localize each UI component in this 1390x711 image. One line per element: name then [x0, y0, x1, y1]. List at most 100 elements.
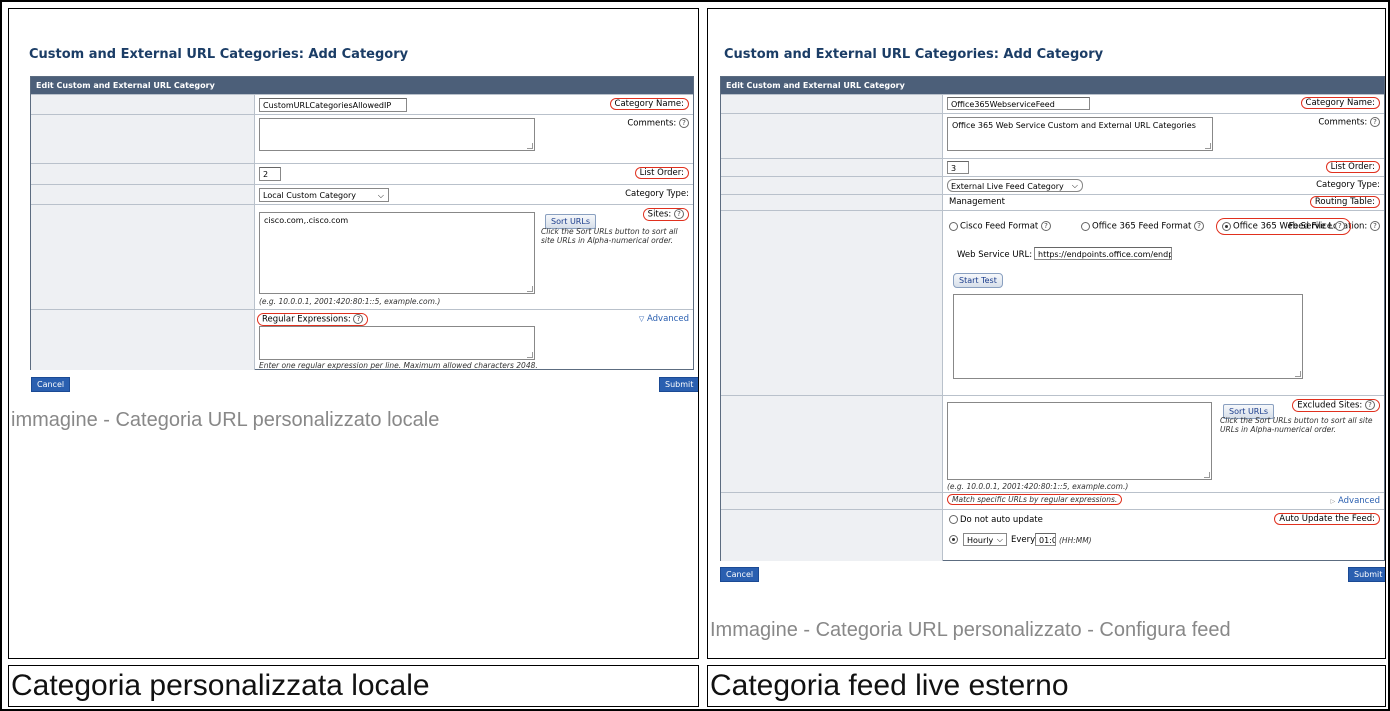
regex-label: Regular Expressions:	[262, 314, 351, 325]
no-auto-update-option[interactable]: Do not auto update	[949, 515, 1043, 525]
feed-location-row: Feed File Location: ? Cisco Feed Format …	[721, 210, 1384, 395]
comments-label: Comments:	[627, 118, 677, 129]
radio-selected-icon	[949, 535, 958, 544]
chevron-down-icon: ⌵	[1071, 181, 1078, 190]
cell-caption: Categoria personalizzata locale	[11, 669, 430, 702]
image-caption: Immagine - Categoria URL personalizzato …	[710, 619, 1231, 641]
comments-textarea[interactable]: Office 365 Web Service Custom and Extern…	[947, 117, 1213, 151]
list-order-label: List Order:	[634, 167, 689, 179]
help-icon[interactable]: ?	[1370, 117, 1380, 127]
feed-option-cisco[interactable]: Cisco Feed Format ?	[949, 221, 1051, 232]
list-order-input[interactable]: 2	[259, 167, 281, 181]
category-type-select[interactable]: Local Custom Category ⌵	[259, 188, 389, 202]
routing-table-label: Routing Table:	[1309, 196, 1380, 208]
list-order-row: List Order: 2	[31, 163, 693, 184]
category-name-row: Category Name: Office365WebserviceFeed	[721, 94, 1384, 113]
panel-header: Edit Custom and External URL Category	[31, 77, 693, 94]
radio-selected-icon	[1222, 221, 1231, 231]
feed-option-office365-web-service[interactable]: Office 365 Web Service ?	[1216, 218, 1351, 235]
category-type-value: External Live Feed Category	[951, 182, 1064, 191]
category-name-row: Category Name: CustomURLCategoriesAllowe…	[31, 94, 693, 114]
category-type-row: Category Type: External Live Feed Catego…	[721, 176, 1384, 194]
radio-icon	[949, 515, 958, 524]
sites-example-hint: (e.g. 10.0.0.1, 2001:420:80:1::5, exampl…	[947, 482, 1129, 491]
list-order-input[interactable]: 3	[947, 161, 969, 174]
help-icon[interactable]: ?	[353, 314, 364, 324]
routing-table-row: Routing Table: Management	[721, 194, 1384, 210]
radio-icon	[949, 221, 958, 231]
external-feed-screenshot-cell: Custom and External URL Categories: Add …	[707, 8, 1386, 659]
comparison-table: Custom and External URL Categories: Add …	[0, 0, 1390, 711]
cell-caption: Categoria feed live esterno	[710, 669, 1069, 702]
every-label: Every	[1011, 535, 1036, 545]
feed-option-office365-feed[interactable]: Office 365 Feed Format ?	[1081, 221, 1205, 232]
page-title: Custom and External URL Categories: Add …	[724, 47, 1104, 62]
excluded-sites-row: Excluded Sites: ? Sort URLs Click the So…	[721, 395, 1384, 492]
help-icon[interactable]: ?	[1040, 221, 1051, 231]
every-input[interactable]: 01:0	[1035, 533, 1056, 546]
caret-down-icon: ▽	[638, 315, 645, 323]
help-icon[interactable]: ?	[679, 118, 689, 128]
comments-label: Comments:	[1318, 117, 1368, 128]
chevron-down-icon: ⌵	[377, 191, 384, 200]
frequency-select[interactable]: Hourly ⌵	[963, 533, 1007, 546]
category-name-input[interactable]: Office365WebserviceFeed	[947, 97, 1090, 110]
auto-update-label: Auto Update the Feed:	[1274, 513, 1380, 525]
help-icon[interactable]: ?	[1370, 221, 1380, 231]
comments-row: Comments: ?	[31, 114, 693, 163]
regex-textarea[interactable]	[259, 326, 535, 360]
edit-category-panel: Edit Custom and External URL Category Ca…	[30, 76, 694, 370]
submit-button[interactable]: Submit	[1348, 567, 1385, 582]
category-type-label: Category Type:	[625, 189, 689, 199]
regex-hint: Enter one regular expression per line. M…	[259, 361, 538, 370]
excluded-sites-label: Excluded Sites:	[1297, 400, 1363, 411]
auto-update-row: Auto Update the Feed: Do not auto update…	[721, 509, 1384, 561]
chevron-down-icon: ⌵	[996, 535, 1003, 544]
category-type-value: Local Custom Category	[263, 191, 357, 200]
caret-right-icon: ▷	[1330, 498, 1336, 505]
comments-row: Comments: ? Office 365 Web Service Custo…	[721, 113, 1384, 158]
help-icon[interactable]: ?	[1365, 400, 1375, 410]
web-service-url-label: Web Service URL:	[957, 250, 1033, 260]
local-category-caption-cell: Categoria personalizzata locale	[8, 665, 699, 707]
category-type-select[interactable]: External Live Feed Category ⌵	[947, 179, 1083, 192]
advanced-toggle[interactable]: ▽ Advanced	[639, 314, 689, 324]
category-name-input[interactable]: CustomURLCategoriesAllowedIP	[259, 98, 407, 112]
local-category-screenshot-cell: Custom and External URL Categories: Add …	[8, 8, 699, 659]
panel-header: Edit Custom and External URL Category	[721, 77, 1384, 94]
web-service-url-input[interactable]: https://endpoints.office.com/endpoi	[1034, 247, 1172, 260]
edit-category-panel: Edit Custom and External URL Category Ca…	[720, 76, 1385, 561]
sort-urls-hint: Click the Sort URLs button to sort all s…	[1220, 416, 1373, 434]
advanced-label: Advanced	[647, 314, 689, 324]
advanced-row: ▷ Advanced Match specific URLs by regula…	[721, 492, 1384, 509]
image-caption: immagine - Categoria URL personalizzato …	[11, 409, 440, 431]
test-output-area	[953, 294, 1303, 379]
excluded-sites-textarea[interactable]	[947, 402, 1212, 480]
time-format-hint: (HH:MM)	[1059, 536, 1092, 545]
start-test-button[interactable]: Start Test	[953, 273, 1003, 288]
sites-label: Sites:	[647, 209, 672, 220]
sites-row: Sites: ? cisco.com,.cisco.com Sort URLs …	[31, 204, 693, 309]
help-icon[interactable]: ?	[1334, 221, 1345, 231]
help-icon[interactable]: ?	[1194, 221, 1205, 231]
category-name-label: Category Name:	[609, 98, 689, 110]
advanced-label: Advanced	[1338, 496, 1380, 506]
category-name-label: Category Name:	[1300, 97, 1380, 109]
hourly-option[interactable]	[949, 535, 960, 545]
sites-example-hint: (e.g. 10.0.0.1, 2001:420:80:1::5, exampl…	[259, 297, 441, 306]
page-title: Custom and External URL Categories: Add …	[29, 47, 409, 62]
cancel-button[interactable]: Cancel	[720, 567, 760, 582]
routing-table-value: Management	[949, 197, 1005, 207]
list-order-row: List Order: 3	[721, 158, 1384, 176]
comments-textarea[interactable]	[259, 118, 535, 151]
cancel-button[interactable]: Cancel	[31, 377, 71, 392]
external-feed-caption-cell: Categoria feed live esterno	[707, 665, 1386, 707]
advanced-hint: Match specific URLs by regular expressio…	[947, 494, 1123, 505]
radio-icon	[1081, 221, 1090, 231]
sort-urls-hint: Click the Sort URLs button to sort all s…	[541, 227, 678, 245]
advanced-toggle[interactable]: ▷ Advanced	[1331, 496, 1380, 506]
sites-textarea[interactable]: cisco.com,.cisco.com	[259, 212, 535, 294]
advanced-row: ▽ Advanced Regular Expressions: ? Enter …	[31, 309, 693, 370]
submit-button[interactable]: Submit	[659, 377, 698, 392]
help-icon[interactable]: ?	[674, 209, 684, 219]
